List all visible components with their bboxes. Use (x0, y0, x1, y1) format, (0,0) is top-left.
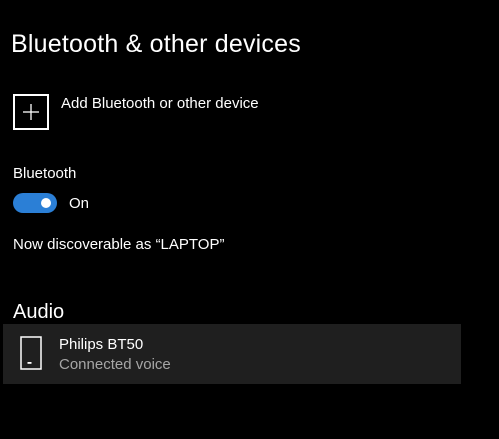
audio-section-heading: Audio (13, 301, 65, 323)
add-device-label[interactable]: Add Bluetooth or other device (61, 95, 259, 112)
device-item-philips-bt50[interactable]: Philips BT50 Connected voice (3, 324, 461, 384)
bluetooth-toggle-row: On (13, 193, 89, 213)
bluetooth-label: Bluetooth (13, 165, 77, 182)
bluetooth-state-label: On (69, 194, 90, 212)
page-title: Bluetooth & other devices (11, 30, 301, 58)
device-status: Connected voice (59, 356, 171, 373)
toggle-knob (41, 198, 51, 208)
plus-icon[interactable] (13, 94, 49, 130)
device-name: Philips BT50 (59, 336, 144, 353)
phone-device-icon (20, 336, 42, 375)
add-device-button[interactable]: Add Bluetooth or other device (13, 94, 259, 130)
bluetooth-toggle[interactable] (13, 193, 57, 213)
discoverable-status: Now discoverable as “LAPTOP” (13, 236, 225, 253)
